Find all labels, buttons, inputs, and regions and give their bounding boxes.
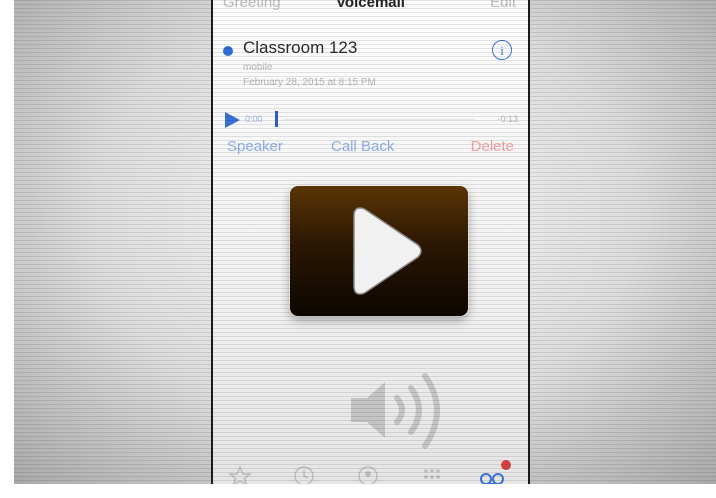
nav-bar: Greeting Voicemail Edit — [213, 0, 528, 16]
keypad-icon[interactable] — [419, 464, 445, 484]
video-frame: Greeting Voicemail Edit Classroom 123 mo… — [14, 0, 716, 484]
edit-button[interactable]: Edit — [490, 0, 516, 11]
delete-button[interactable]: Delete — [471, 138, 514, 155]
speaker-volume-icon — [351, 373, 440, 449]
remaining-time: -0:13 — [497, 114, 518, 124]
caller-name: Classroom 123 — [243, 38, 358, 57]
call-back-button[interactable]: Call Back — [331, 138, 394, 155]
voicemail-actions: Speaker Call Back Delete — [213, 138, 528, 158]
voicemail-date: February 28, 2015 at 8:15 PM — [243, 77, 376, 88]
favorites-icon[interactable] — [227, 464, 253, 484]
play-icon[interactable] — [225, 112, 240, 128]
contacts-icon[interactable] — [355, 464, 381, 484]
elapsed-time: 0:00 — [245, 114, 263, 124]
recents-icon[interactable] — [291, 464, 317, 484]
caller-label: mobile — [243, 62, 273, 73]
voicemail-badge — [501, 460, 511, 470]
tab-bar — [213, 460, 528, 484]
video-play-button[interactable] — [290, 186, 468, 316]
play-icon — [353, 207, 422, 295]
audio-player: 0:00 -0:13 — [223, 110, 518, 128]
speaker-button[interactable]: Speaker — [227, 138, 283, 155]
info-icon[interactable]: i — [492, 40, 512, 60]
scrubber-handle[interactable] — [275, 111, 278, 127]
page-title: Voicemail — [336, 0, 405, 11]
unread-indicator — [223, 46, 233, 56]
voicemail-item[interactable]: Classroom 123 mobile February 28, 2015 a… — [223, 38, 518, 98]
progress-track[interactable] — [283, 119, 474, 120]
